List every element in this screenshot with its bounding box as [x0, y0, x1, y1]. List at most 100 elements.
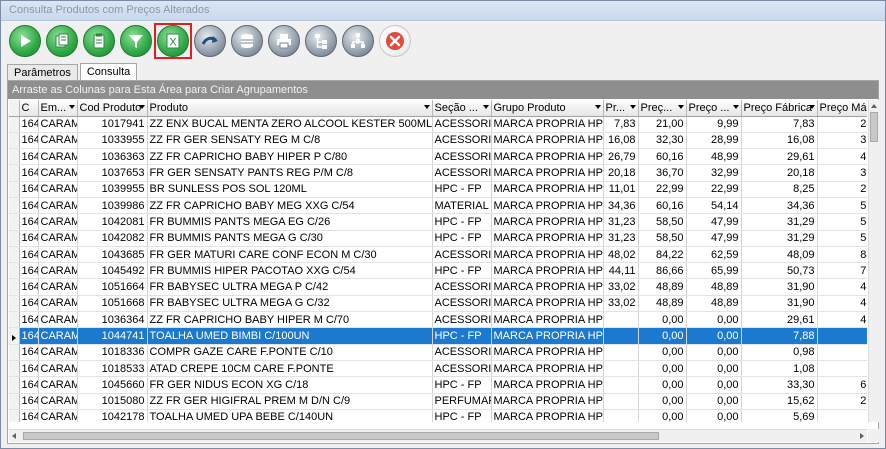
table-cell[interactable]: 1043685 — [77, 246, 148, 264]
table-cell[interactable]: MARCA PROPRIA HPC — [491, 409, 604, 422]
table-cell[interactable]: FR GER MATURI CARE CONF ECON M C/30 — [147, 246, 433, 264]
table-cell[interactable]: 58,50 — [638, 230, 687, 247]
table-cell[interactable]: 8,25 — [741, 181, 818, 198]
column-header[interactable]: Seção ... — [432, 100, 492, 117]
table-cell[interactable]: 33,02 — [603, 295, 639, 313]
table-cell[interactable]: 9,99 — [686, 116, 742, 133]
row-indicator[interactable] — [9, 278, 20, 296]
table-cell[interactable]: 1042178 — [77, 409, 148, 422]
column-header[interactable]: Preço ... — [686, 100, 742, 117]
row-indicator[interactable] — [9, 393, 20, 410]
table-cell[interactable]: 44,11 — [603, 262, 639, 280]
table-cell[interactable]: CARAMA — [38, 262, 78, 280]
table-row[interactable]: 164CARAMA1018533ATAD CREPE 10CM CARE F.P… — [9, 360, 867, 378]
table-cell[interactable]: MARCA PROPRIA HPC — [491, 148, 604, 166]
table-row[interactable]: 164CARAMA1033955ZZ FR GER SENSATY REG M … — [9, 132, 867, 150]
column-header[interactable]: Preç... — [638, 100, 687, 117]
row-indicator[interactable] — [9, 360, 20, 378]
redo-button[interactable] — [194, 25, 226, 57]
table-cell[interactable]: CARAMA — [38, 164, 78, 182]
table-cell[interactable]: ACESSORIO — [432, 148, 492, 166]
table-cell[interactable]: 164 — [19, 311, 39, 329]
table-cell[interactable]: 164 — [19, 116, 39, 133]
table-cell[interactable]: 0,00 — [638, 344, 687, 361]
table-cell[interactable]: 1 — [817, 360, 867, 378]
table-cell[interactable]: 0,00 — [686, 327, 742, 345]
table-cell[interactable]: 15,62 — [741, 393, 818, 410]
table-cell[interactable]: 34,36 — [603, 197, 639, 215]
table-cell[interactable]: 26,79 — [603, 148, 639, 166]
table-cell[interactable]: 1 — [817, 344, 867, 361]
table-cell[interactable]: 5,69 — [741, 409, 818, 422]
row-indicator[interactable] — [9, 262, 20, 280]
row-indicator[interactable] — [9, 311, 20, 329]
table-cell[interactable]: CARAMA — [38, 360, 78, 378]
table-cell[interactable]: FR GER SENSATY PANTS REG P/M C/8 — [147, 164, 433, 182]
table-cell[interactable]: MARCA PROPRIA HPC — [491, 116, 604, 133]
table-cell[interactable]: MARCA PROPRIA HPC — [491, 360, 604, 378]
table-cell[interactable] — [603, 327, 639, 345]
table-cell[interactable]: CARAMA — [38, 295, 78, 313]
excel-export-button[interactable]: X — [157, 25, 189, 57]
table-cell[interactable]: 164 — [19, 181, 39, 198]
table-cell[interactable]: ACESSORIO — [432, 311, 492, 329]
table-cell[interactable]: 164 — [19, 164, 39, 182]
table-cell[interactable]: 1045492 — [77, 262, 148, 280]
table-cell[interactable]: 1039955 — [77, 181, 148, 198]
table-cell[interactable]: CARAMA — [38, 327, 78, 345]
table-cell[interactable]: 7,83 — [603, 116, 639, 133]
table-cell[interactable]: 69 — [817, 376, 867, 394]
table-cell[interactable]: ACESSORIO — [432, 295, 492, 313]
table-cell[interactable]: 9 — [817, 409, 867, 422]
table-cell[interactable]: CARAMA — [38, 246, 78, 264]
table-cell[interactable]: TOALHA UMED BIMBI C/100UN — [147, 327, 433, 345]
table-cell[interactable]: HPC - FP — [432, 213, 492, 231]
row-indicator[interactable] — [9, 116, 20, 133]
table-row[interactable]: 164CARAMA1042178TOALHA UMED UPA BEBE C/1… — [9, 409, 867, 422]
table-cell[interactable] — [603, 409, 639, 422]
table-cell[interactable]: 34,36 — [741, 197, 818, 215]
table-cell[interactable] — [603, 376, 639, 394]
table-cell[interactable]: 21,00 — [638, 116, 687, 133]
row-indicator[interactable] — [9, 376, 20, 394]
table-cell[interactable]: CARAMA — [38, 393, 78, 410]
table-cell[interactable]: ACESSORIO — [432, 246, 492, 264]
table-cell[interactable]: 32 — [817, 132, 867, 150]
column-header[interactable]: C — [19, 100, 39, 117]
table-cell[interactable]: 45 — [817, 311, 867, 329]
table-cell[interactable]: 1051664 — [77, 278, 148, 296]
table-cell[interactable]: 0,00 — [686, 393, 742, 410]
table-cell[interactable]: 1018336 — [77, 344, 148, 361]
table-cell[interactable]: 11,01 — [603, 181, 639, 198]
table-cell[interactable]: ZZ FR CAPRICHO BABY HIPER P C/80 — [147, 148, 433, 166]
table-row[interactable]: 164CARAMA1017941ZZ ENX BUCAL MENTA ZERO … — [9, 116, 867, 133]
table-cell[interactable]: MARCA PROPRIA HPC — [491, 278, 604, 296]
scroll-left-icon[interactable] — [12, 433, 16, 439]
table-cell[interactable]: 164 — [19, 197, 39, 215]
table-cell[interactable]: 21 — [817, 116, 867, 133]
table-cell[interactable]: 48,89 — [686, 295, 742, 313]
table-row[interactable]: 164CARAMA1018336COMPR GAZE CARE F.PONTE … — [9, 344, 867, 361]
table-row[interactable]: 164CARAMA1044741TOALHA UMED BIMBI C/100U… — [9, 327, 867, 345]
table-cell[interactable]: 60,16 — [638, 148, 687, 166]
row-indicator[interactable] — [9, 213, 20, 231]
tab-parametros[interactable]: Parâmetros — [7, 64, 78, 81]
table-cell[interactable]: 20,18 — [741, 164, 818, 182]
table-cell[interactable]: MARCA PROPRIA HPC — [491, 344, 604, 361]
table-cell[interactable]: CARAMA — [38, 197, 78, 215]
row-indicator[interactable] — [9, 181, 20, 198]
table-row[interactable]: 164CARAMA1043685FR GER MATURI CARE CONF … — [9, 246, 867, 264]
table-cell[interactable]: HPC - FP — [432, 181, 492, 198]
table-cell[interactable]: 0,00 — [686, 409, 742, 422]
table-row[interactable]: 164CARAMA1042082FR BUMMIS PANTS MEGA G C… — [9, 230, 867, 247]
chevron-down-icon[interactable] — [629, 105, 636, 109]
table-cell[interactable]: 164 — [19, 376, 39, 394]
products-grid[interactable]: C Em... Cod Produto Produto Seção ... Gr… — [9, 100, 867, 422]
close-button[interactable] — [379, 25, 411, 57]
table-cell[interactable]: 1036363 — [77, 148, 148, 166]
table-cell[interactable]: 36 — [817, 164, 867, 182]
table-cell[interactable]: 31,90 — [741, 295, 818, 313]
table-cell[interactable]: CARAMA — [38, 181, 78, 198]
row-indicator[interactable] — [9, 197, 20, 215]
table-cell[interactable]: 164 — [19, 148, 39, 166]
